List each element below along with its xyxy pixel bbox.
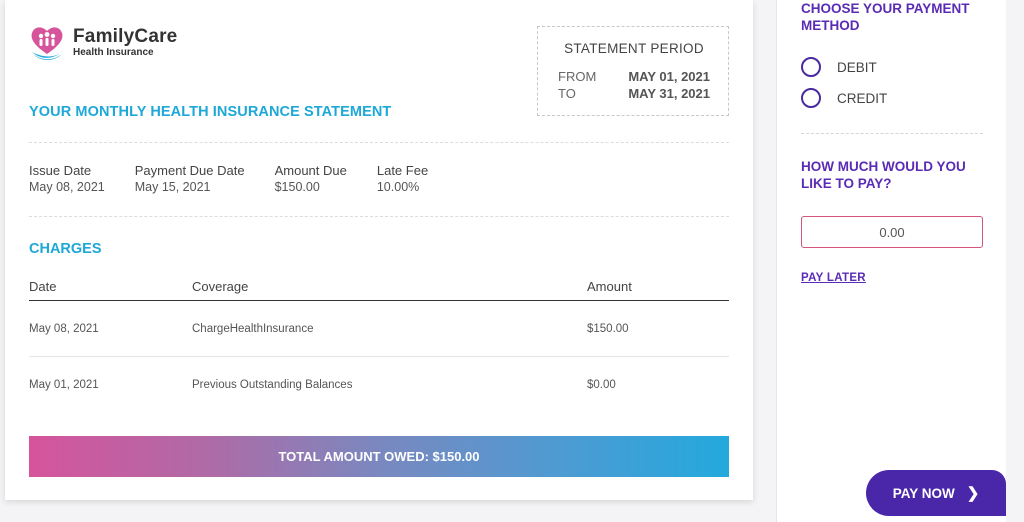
divider (29, 216, 729, 217)
period-from-row: FROM MAY 01, 2021 (558, 68, 710, 85)
payment-amount-input[interactable] (801, 216, 983, 248)
column-header-date: Date (29, 279, 57, 294)
pay-now-button[interactable]: PAY NOW ❯ (866, 470, 1006, 516)
page-edge (1006, 0, 1024, 522)
summary-label: Late Fee (376, 163, 429, 178)
summary-label: Amount Due (274, 163, 347, 178)
cell-amount: $0.00 (587, 379, 616, 391)
radio-option-debit[interactable]: DEBIT (801, 57, 877, 77)
table-row: May 01, 2021 Previous Outstanding Balanc… (29, 357, 729, 413)
summary-label: Issue Date (29, 163, 92, 178)
summary-late-fee: Late Fee 10.00% (377, 163, 428, 196)
period-from-value: MAY 01, 2021 (628, 69, 710, 84)
summary-amount-due: Amount Due $150.00 (275, 163, 347, 196)
summary-value: 10.00% (376, 180, 420, 194)
summary-payment-due-date: Payment Due Date May 15, 2021 (135, 163, 245, 196)
cell-coverage: ChargeHealthInsurance (192, 322, 314, 335)
statement-period-box: STATEMENT PERIOD FROM MAY 01, 2021 TO MA… (537, 26, 729, 116)
period-to-row: TO MAY 31, 2021 (558, 85, 710, 102)
statement-card: FamilyCare Health Insurance STATEMENT PE… (5, 0, 753, 500)
chevron-right-icon: ❯ (966, 485, 980, 502)
brand-subtitle: Health Insurance (73, 47, 154, 58)
radio-button-credit[interactable] (801, 88, 821, 108)
brand-name: FamilyCare (73, 26, 178, 47)
statement-summary: Issue Date May 08, 2021 Payment Due Date… (29, 163, 458, 196)
cell-coverage: Previous Outstanding Balances (192, 379, 353, 391)
cell-date: May 01, 2021 (29, 379, 99, 391)
summary-value: May 15, 2021 (134, 180, 211, 194)
period-to-label: TO (558, 86, 576, 101)
pay-now-label: PAY NOW (892, 485, 955, 501)
divider (801, 133, 983, 134)
table-row: May 08, 2021 ChargeHealthInsurance $150.… (29, 301, 729, 357)
amount-question: HOW MUCH WOULD YOU LIKE TO PAY? (801, 159, 966, 191)
divider (29, 142, 729, 143)
pay-later-link[interactable]: PAY LATER (801, 272, 866, 284)
period-from-label: FROM (558, 69, 597, 84)
period-to-value: MAY 31, 2021 (628, 86, 710, 101)
payment-panel: CHOOSE YOUR PAYMENT METHOD DEBIT CREDIT … (776, 0, 1006, 522)
table-header: Date Coverage Amount (29, 273, 729, 301)
charges-table: Date Coverage Amount May 08, 2021 Charge… (29, 273, 729, 413)
payment-method-title: CHOOSE YOUR PAYMENT METHOD (801, 1, 970, 33)
radio-option-credit[interactable]: CREDIT (801, 88, 887, 108)
cell-amount: $150.00 (587, 322, 629, 335)
brand-logo: FamilyCare Health Insurance (29, 24, 177, 62)
cell-date: May 08, 2021 (29, 322, 99, 335)
summary-issue-date: Issue Date May 08, 2021 (29, 163, 105, 196)
charges-title: CHARGES (29, 241, 102, 257)
radio-label-credit: CREDIT (837, 90, 888, 106)
statement-period-title: STATEMENT PERIOD (564, 41, 704, 56)
page-title: YOUR MONTHLY HEALTH INSURANCE STATEMENT (29, 104, 392, 120)
radio-label-debit: DEBIT (837, 59, 877, 75)
radio-button-debit[interactable] (801, 57, 821, 77)
summary-label: Payment Due Date (134, 163, 245, 178)
total-amount-bar: TOTAL AMOUNT OWED: $150.00 (29, 436, 729, 477)
column-header-coverage: Coverage (192, 279, 249, 294)
summary-value: May 08, 2021 (29, 180, 105, 194)
column-header-amount: Amount (587, 279, 632, 294)
total-amount-text: TOTAL AMOUNT OWED: $150.00 (278, 449, 480, 464)
summary-value: $150.00 (274, 180, 320, 194)
heart-family-icon (31, 27, 63, 60)
